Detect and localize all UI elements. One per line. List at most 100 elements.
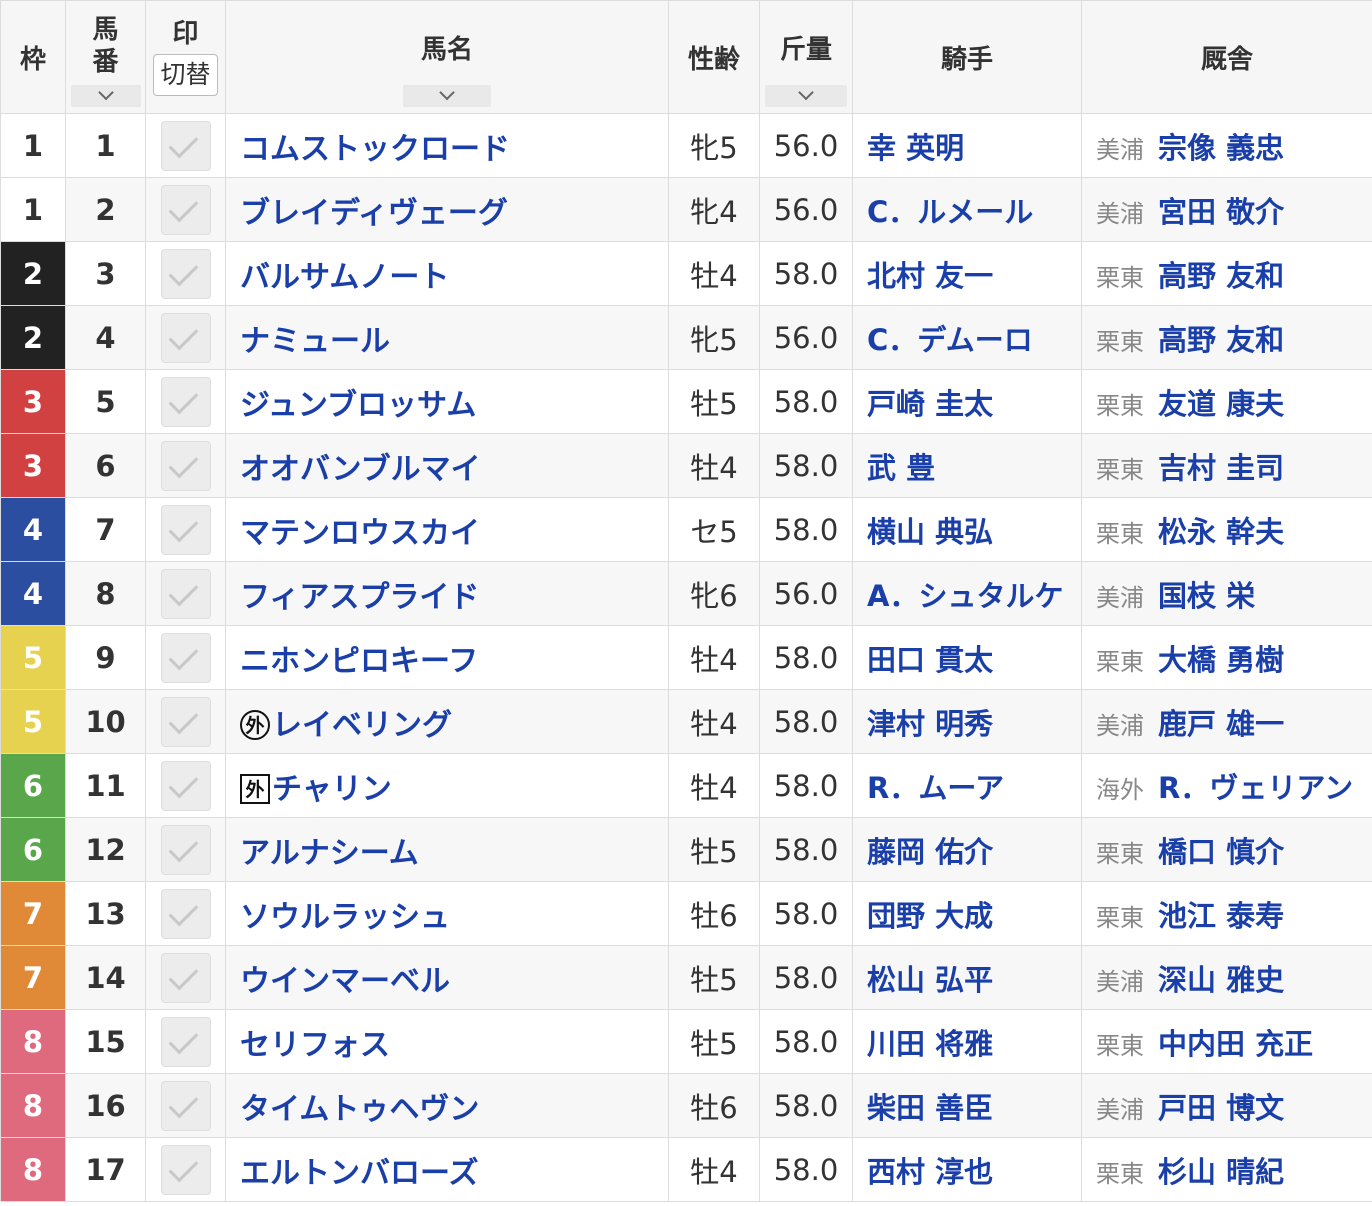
horse-name-cell: ナミュール [225, 305, 669, 370]
trainer-link[interactable]: 宗像 義忠 [1158, 131, 1284, 165]
waku-cell: 4 [0, 561, 66, 626]
trainer-link[interactable]: 吉村 圭司 [1158, 451, 1284, 485]
mark-toggle-button[interactable]: 切替 [153, 54, 218, 96]
horse-name-link[interactable]: ナミュール [240, 324, 390, 359]
mark-checkbox-icon[interactable] [160, 248, 211, 299]
sexage-cell: 牡6 [668, 1073, 760, 1138]
mark-checkbox-icon[interactable] [160, 376, 211, 427]
mark-checkbox-icon[interactable] [160, 760, 211, 811]
trainer-cell: 海外 R．ヴェリアン [1081, 753, 1372, 818]
table-row: 2 3 バルサムノート 牡4 58.0 北村 友一 栗東 高野 友和 [0, 241, 1372, 306]
trainer-link[interactable]: 高野 友和 [1158, 323, 1284, 357]
mark-checkbox-icon[interactable] [160, 696, 211, 747]
jockey-link[interactable]: 藤岡 佑介 [867, 835, 993, 869]
horse-name-link[interactable]: ジュンブロッサム [240, 388, 476, 423]
mark-checkbox-icon[interactable] [160, 568, 211, 619]
horse-name-cell: エルトンバローズ [225, 1137, 669, 1202]
horse-name-link[interactable]: マテンロウスカイ [240, 516, 480, 551]
horse-name-link[interactable]: ソウルラッシュ [240, 900, 450, 935]
jockey-link[interactable]: 団野 大成 [867, 899, 993, 933]
jockey-link[interactable]: C．ルメール [867, 195, 1033, 229]
trainer-location: 美浦 [1096, 135, 1144, 164]
waku-cell: 1 [0, 113, 66, 178]
jockey-link[interactable]: 幸 英明 [867, 131, 964, 165]
sexage-cell: 牝4 [668, 177, 760, 242]
weight-cell: 58.0 [759, 241, 853, 306]
horse-name-link[interactable]: ニホンピロキーフ [240, 644, 478, 679]
trainer-link[interactable]: 中内田 充正 [1158, 1027, 1313, 1061]
header-sexage: 性齢 [668, 0, 760, 114]
jockey-cell: 西村 淳也 [852, 1137, 1082, 1202]
trainer-link[interactable]: 宮田 敬介 [1158, 195, 1284, 229]
jockey-link[interactable]: 柴田 善臣 [867, 1091, 993, 1125]
weight-cell: 58.0 [759, 369, 853, 434]
horse-name-link[interactable]: アルナシーム [240, 836, 419, 871]
jockey-link[interactable]: 北村 友一 [867, 259, 993, 293]
waku-cell: 8 [0, 1073, 66, 1138]
header-name[interactable]: 馬名 [225, 0, 669, 114]
header-umaban[interactable]: 馬番 [65, 0, 146, 114]
horse-name-link[interactable]: エルトンバローズ [240, 1156, 479, 1191]
horse-name-link[interactable]: ウインマーベル [240, 964, 450, 999]
trainer-link[interactable]: 友道 康夫 [1158, 387, 1284, 421]
horse-name-link[interactable]: フィアスプライド [240, 580, 479, 615]
mark-checkbox-icon[interactable] [160, 120, 211, 171]
trainer-cell: 美浦 宗像 義忠 [1081, 113, 1372, 178]
mark-checkbox-icon[interactable] [160, 952, 211, 1003]
trainer-link[interactable]: 高野 友和 [1158, 259, 1284, 293]
mark-checkbox-icon[interactable] [160, 824, 211, 875]
mark-checkbox-icon[interactable] [160, 312, 211, 363]
trainer-link[interactable]: 池江 泰寿 [1158, 899, 1284, 933]
trainer-link[interactable]: 戸田 博文 [1158, 1091, 1284, 1125]
horse-name-cell: タイムトゥヘヴン [225, 1073, 669, 1138]
umaban-cell: 9 [65, 625, 146, 690]
mark-checkbox-icon[interactable] [160, 184, 211, 235]
waku-cell: 7 [0, 945, 66, 1010]
horse-name-link[interactable]: コムストックロード [240, 132, 510, 167]
mark-checkbox-icon[interactable] [160, 632, 211, 683]
jockey-link[interactable]: 田口 貫太 [867, 643, 993, 677]
jockey-link[interactable]: 横山 典弘 [867, 515, 993, 549]
horse-name-link[interactable]: チャリン [272, 772, 392, 807]
jockey-link[interactable]: A．シュタルケ [867, 579, 1063, 613]
jockey-cell: 戸崎 圭太 [852, 369, 1082, 434]
waku-cell: 2 [0, 241, 66, 306]
horse-name-link[interactable]: ブレイディヴェーグ [240, 196, 508, 231]
trainer-link[interactable]: 深山 雅史 [1158, 963, 1284, 997]
sexage-cell: 牡4 [668, 1137, 760, 1202]
mark-checkbox-icon[interactable] [160, 888, 211, 939]
horse-name-link[interactable]: セリフォス [240, 1028, 390, 1063]
jockey-link[interactable]: R．ムーア [867, 771, 1004, 805]
trainer-link[interactable]: 鹿戸 雄一 [1158, 707, 1284, 741]
jockey-link[interactable]: C．デムーロ [867, 323, 1033, 357]
mark-checkbox-icon[interactable] [160, 1016, 211, 1067]
trainer-link[interactable]: 橋口 慎介 [1158, 835, 1284, 869]
trainer-link[interactable]: 杉山 晴紀 [1158, 1155, 1284, 1189]
jockey-link[interactable]: 松山 弘平 [867, 963, 993, 997]
jockey-link[interactable]: 武 豊 [867, 451, 935, 485]
trainer-link[interactable]: 松永 幹夫 [1158, 515, 1284, 549]
weight-cell: 56.0 [759, 177, 853, 242]
mark-checkbox-icon[interactable] [160, 1080, 211, 1131]
mark-checkbox-icon[interactable] [160, 440, 211, 491]
jockey-link[interactable]: 西村 淳也 [867, 1155, 993, 1189]
sort-umaban-chevron-down-icon[interactable] [70, 85, 141, 107]
trainer-location: 栗東 [1096, 1159, 1144, 1188]
trainer-link[interactable]: 国枝 栄 [1158, 579, 1255, 613]
horse-name-link[interactable]: レイベリング [272, 708, 452, 743]
sort-weight-chevron-down-icon[interactable] [765, 85, 847, 107]
header-weight[interactable]: 斤量 [759, 0, 853, 114]
jockey-link[interactable]: 戸崎 圭太 [867, 387, 993, 421]
horse-name-link[interactable]: バルサムノート [240, 260, 449, 295]
mark-checkbox-icon[interactable] [160, 504, 211, 555]
trainer-link[interactable]: R．ヴェリアン [1158, 771, 1353, 805]
horse-name-link[interactable]: オオバンブルマイ [240, 452, 481, 487]
horse-name-link[interactable]: タイムトゥヘヴン [240, 1092, 479, 1127]
trainer-link[interactable]: 大橋 勇樹 [1158, 643, 1284, 677]
jockey-link[interactable]: 津村 明秀 [867, 707, 993, 741]
sort-name-chevron-down-icon[interactable] [403, 85, 491, 107]
mark-checkbox-icon[interactable] [160, 1144, 211, 1195]
mark-cell [145, 305, 226, 370]
waku-cell: 4 [0, 497, 66, 562]
jockey-link[interactable]: 川田 将雅 [867, 1027, 993, 1061]
